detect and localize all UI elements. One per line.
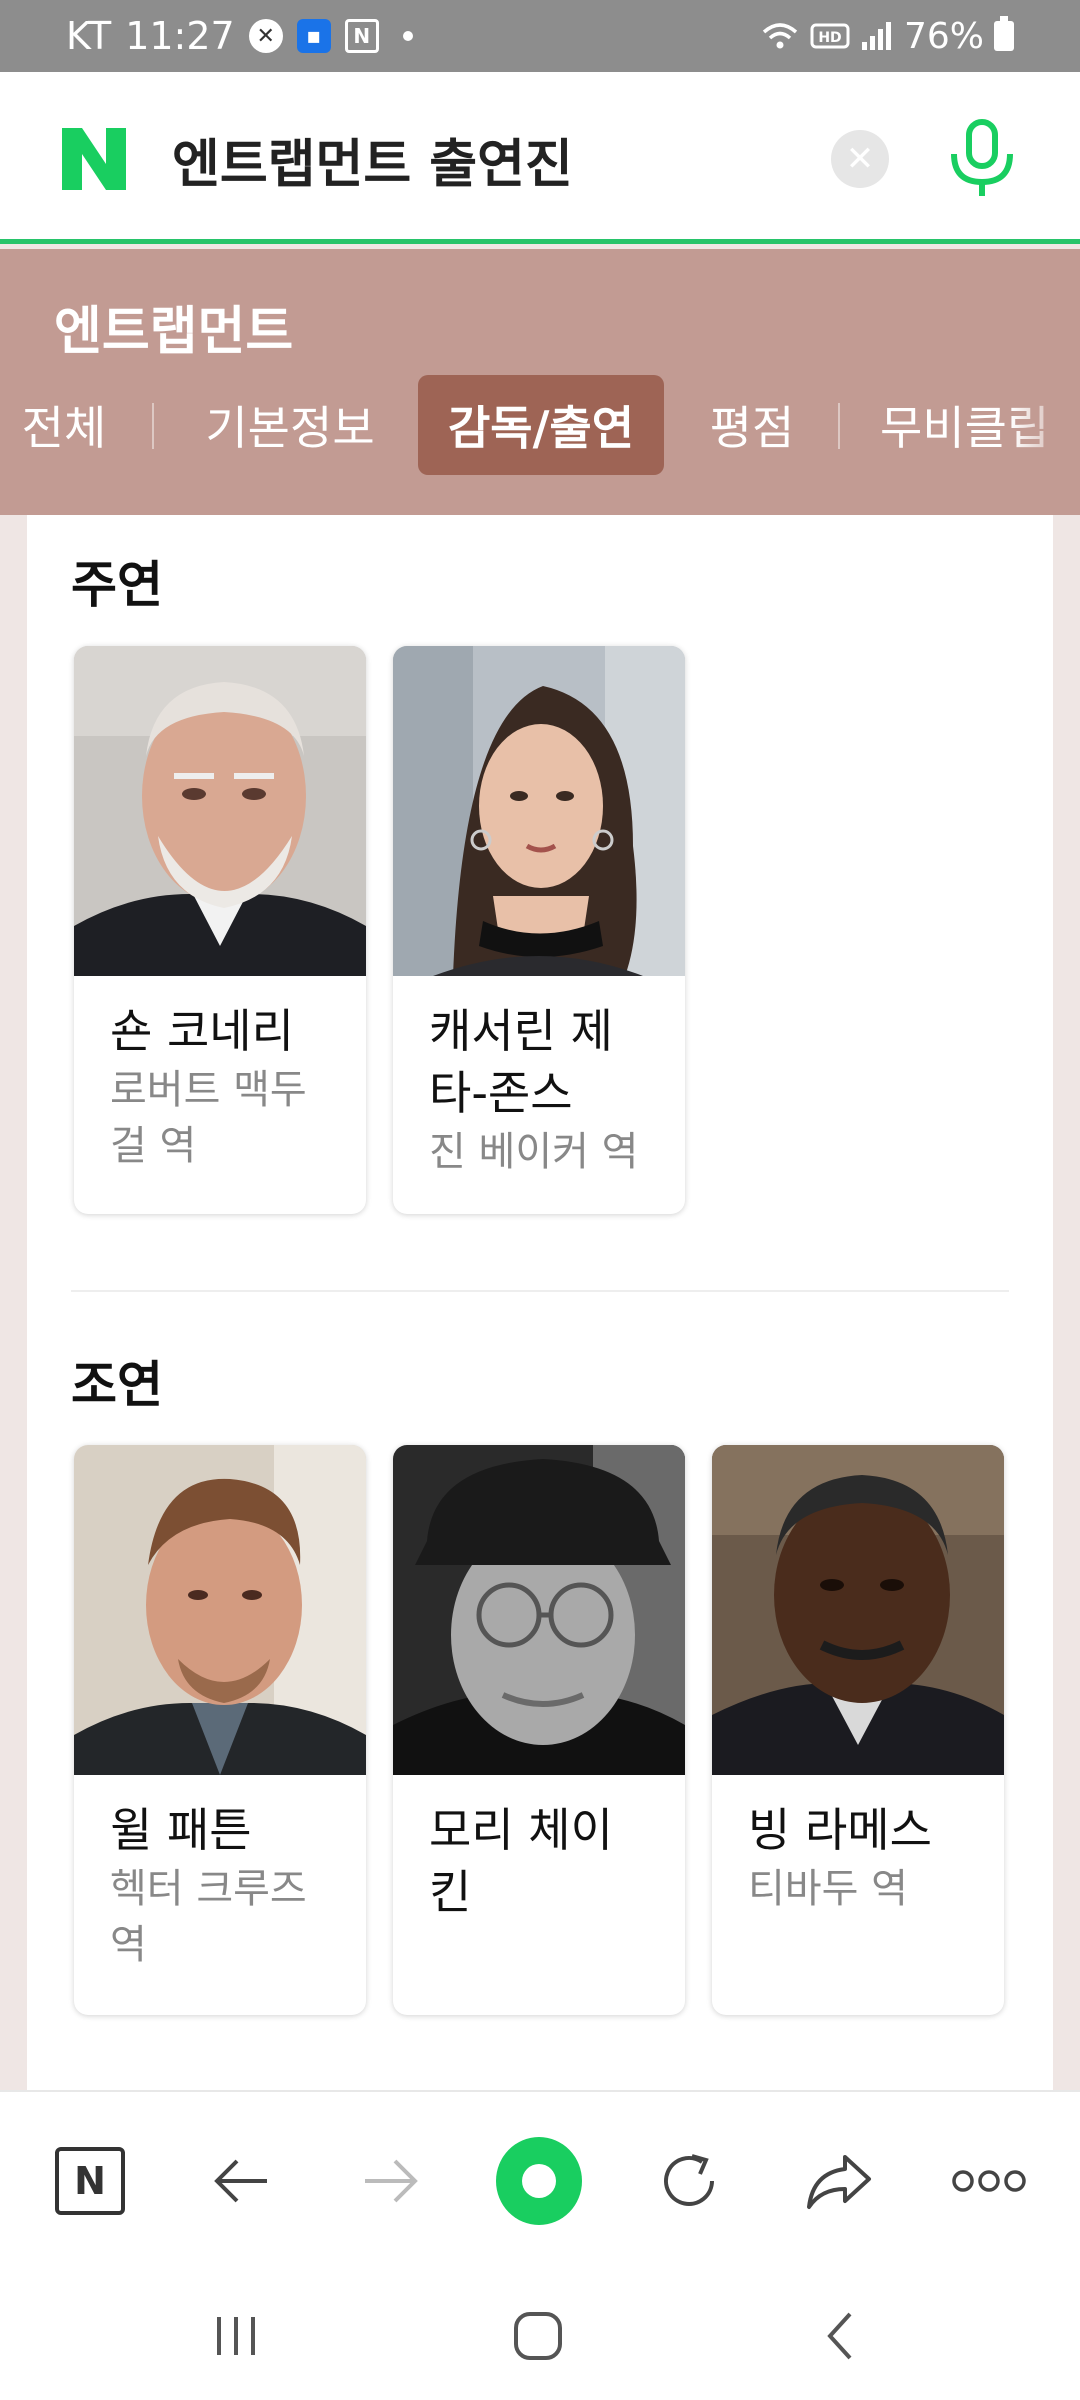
status-right: HD 76% (760, 0, 1014, 72)
green-dot-button[interactable] (496, 2137, 582, 2225)
actor-photo (712, 1445, 1004, 1775)
actor-role: 헥터 크루즈 역 (110, 1866, 307, 1968)
main-cast-title: 주연 (71, 556, 163, 614)
cast-card[interactable]: 캐서린 제타-존스 진 베이커 역 (393, 646, 685, 1214)
cast-card[interactable]: 빙 라메스 티바두 역 (712, 1445, 1004, 2015)
tab-fade (1010, 375, 1080, 475)
recent-apps-button[interactable] (196, 2296, 276, 2376)
actor-photo (393, 646, 685, 976)
share-icon (807, 2155, 871, 2209)
status-left: KT 11:27 ✕ ▪ N (66, 0, 413, 72)
refresh-icon (664, 2154, 714, 2206)
browser-toolbar: N (0, 2090, 1080, 2270)
folder-app-icon: ▪ (296, 19, 331, 53)
forward-arrow-icon (365, 2159, 418, 2203)
back-arrow-icon (214, 2159, 267, 2203)
more-icon (952, 2170, 1026, 2192)
recent-apps-icon (217, 2317, 255, 2355)
close-icon: ✕ (845, 139, 875, 179)
forward-button[interactable] (348, 2138, 434, 2224)
actor-name: 빙 라메스 (748, 1803, 932, 1857)
actor-name: 모리 체이킨 (429, 1803, 613, 1919)
green-dot-icon (496, 2137, 582, 2225)
tab-basic-info[interactable]: 기본정보 (190, 375, 390, 475)
hd-icon: HD (810, 23, 850, 49)
more-button[interactable] (946, 2138, 1032, 2224)
actor-photo (393, 1445, 685, 1775)
carrier-label: KT (66, 14, 112, 58)
naver-logo-icon[interactable] (58, 124, 130, 194)
home-button[interactable] (498, 2296, 578, 2376)
system-nav-bar (0, 2270, 1080, 2400)
actor-photo (74, 1445, 366, 1775)
tab-director-cast[interactable]: 감독/출연 (418, 375, 664, 475)
actor-role: 진 베이커 역 (429, 1129, 639, 1175)
tab-divider (838, 403, 840, 449)
naver-home-icon: N (55, 2147, 125, 2215)
search-header: 엔트랩먼트 출연진 ✕ (0, 72, 1080, 244)
cast-content: 주연 숀 코네리 로버트 맥두걸 역 캐서린 제타-존스 진 베이커 역 조연 … (27, 515, 1053, 2090)
movie-title: 엔트랩먼트 (54, 302, 294, 362)
tab-bar: 전체 기본정보 감독/출연 평점 무비클립 (0, 375, 1080, 477)
actor-photo (74, 646, 366, 976)
actor-name: 윌 패튼 (110, 1803, 252, 1857)
naver-home-button[interactable]: N (47, 2138, 133, 2224)
x-app-icon: ✕ (248, 19, 283, 53)
tab-divider (152, 403, 154, 449)
battery-label: 76% (903, 15, 984, 57)
back-icon (827, 2312, 852, 2360)
movie-tab-header: 엔트랩먼트 전체 기본정보 감독/출연 평점 무비클립 (0, 249, 1080, 515)
search-input[interactable]: 엔트랩먼트 출연진 (172, 122, 573, 197)
back-button[interactable] (198, 2138, 284, 2224)
home-icon (514, 2312, 562, 2360)
wifi-icon (762, 23, 798, 49)
actor-name: 캐서린 제타-존스 (429, 1004, 613, 1120)
microphone-icon[interactable] (942, 118, 1022, 200)
section-divider (71, 1290, 1009, 1292)
battery-icon (994, 16, 1014, 51)
svg-text:HD: HD (818, 30, 841, 46)
time-label: 11:27 (125, 14, 235, 58)
n-app-icon: N (344, 19, 379, 53)
cast-card[interactable]: 모리 체이킨 (393, 1445, 685, 2015)
dot-icon (402, 31, 413, 41)
clear-search-button[interactable]: ✕ (831, 130, 889, 188)
cast-card[interactable]: 숀 코네리 로버트 맥두걸 역 (74, 646, 366, 1214)
share-button[interactable] (796, 2138, 882, 2224)
back-nav-button[interactable] (800, 2296, 880, 2376)
signal-icon (861, 22, 891, 50)
refresh-button[interactable] (646, 2138, 732, 2224)
status-bar: KT 11:27 ✕ ▪ N HD 76% (0, 0, 1080, 72)
actor-role: 티바두 역 (748, 1866, 908, 1912)
supporting-cast-title: 조연 (71, 1356, 163, 1414)
cast-card[interactable]: 윌 패튼 헥터 크루즈 역 (74, 1445, 366, 2015)
actor-role: 로버트 맥두걸 역 (110, 1067, 307, 1169)
tab-all[interactable]: 전체 (14, 375, 114, 475)
tab-rating[interactable]: 평점 (700, 375, 804, 475)
actor-name: 숀 코네리 (110, 1004, 294, 1058)
